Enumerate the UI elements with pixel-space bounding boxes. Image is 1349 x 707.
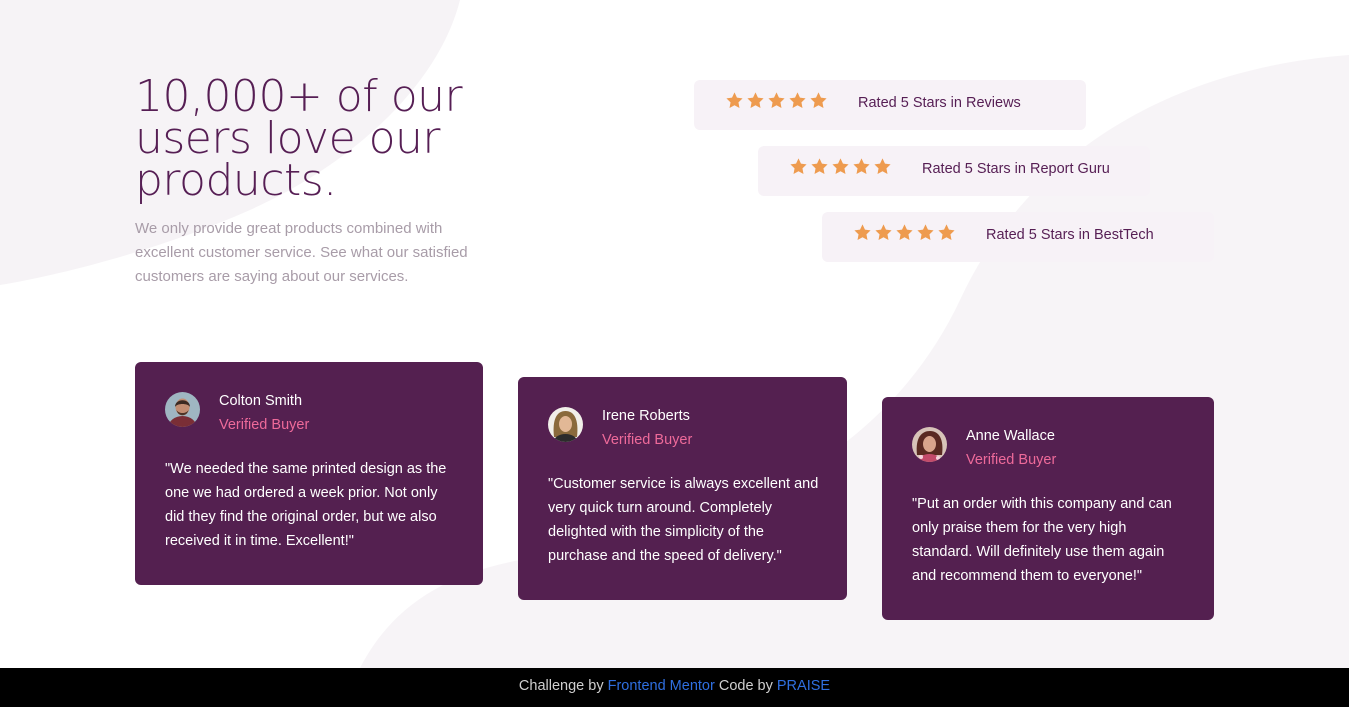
testimonial-card-irene: Irene Roberts Verified Buyer "Customer s…	[518, 377, 847, 600]
star-icon	[790, 158, 807, 174]
page-title: 10,000+ of our users love our products.	[135, 71, 463, 206]
star-icon	[747, 92, 764, 108]
testimonial-quote: "We needed the same printed design as th…	[165, 461, 447, 549]
footer-attribution: Challenge by Frontend Mentor Code by PRA…	[0, 668, 1349, 707]
verified-badge: Verified Buyer	[602, 432, 693, 448]
star-icon	[875, 224, 892, 240]
star-rating	[789, 157, 892, 179]
avatar	[912, 427, 947, 462]
rating-label: Rated 5 Stars in BestTech	[986, 227, 1154, 243]
testimonial-quote: "Put an order with this company and can …	[912, 496, 1172, 584]
verified-badge: Verified Buyer	[219, 417, 310, 433]
avatar	[548, 407, 583, 442]
star-icon	[726, 92, 743, 108]
star-icon	[789, 92, 806, 108]
star-icon	[896, 224, 913, 240]
star-icon	[811, 158, 828, 174]
star-icon	[810, 92, 827, 108]
reviewer-name: Colton Smith	[219, 393, 303, 409]
testimonial-quote: "Customer service is always excellent an…	[548, 476, 819, 564]
rating-besttech: Rated 5 Stars in BestTech	[822, 212, 1214, 262]
frontend-mentor-link[interactable]: Frontend Mentor	[608, 678, 715, 694]
star-icon	[917, 224, 934, 240]
star-icon	[853, 158, 870, 174]
rating-label: Rated 5 Stars in Report Guru	[922, 161, 1110, 177]
rating-label: Rated 5 Stars in Reviews	[858, 95, 1021, 111]
footer-prefix: Challenge by	[518, 678, 604, 694]
star-icon	[854, 224, 871, 240]
reviewer-name: Anne Wallace	[966, 428, 1055, 444]
star-rating	[853, 223, 956, 245]
footer-middle: Code by	[718, 678, 773, 694]
testimonial-card-anne: Anne Wallace Verified Buyer "Put an orde…	[882, 397, 1214, 620]
star-icon	[938, 224, 955, 240]
star-rating	[725, 91, 828, 113]
star-icon	[874, 158, 891, 174]
star-icon	[832, 158, 849, 174]
reviewer-name: Irene Roberts	[602, 408, 690, 424]
testimonial-card-colton: Colton Smith Verified Buyer "We needed t…	[135, 362, 483, 585]
page-description: We only provide great products combined …	[135, 220, 468, 285]
rating-report-guru: Rated 5 Stars in Report Guru	[758, 146, 1150, 196]
avatar	[165, 392, 200, 427]
rating-reviews: Rated 5 Stars in Reviews	[694, 80, 1086, 130]
star-icon	[768, 92, 785, 108]
verified-badge: Verified Buyer	[966, 452, 1057, 468]
author-link[interactable]: PRAISE	[777, 678, 830, 694]
